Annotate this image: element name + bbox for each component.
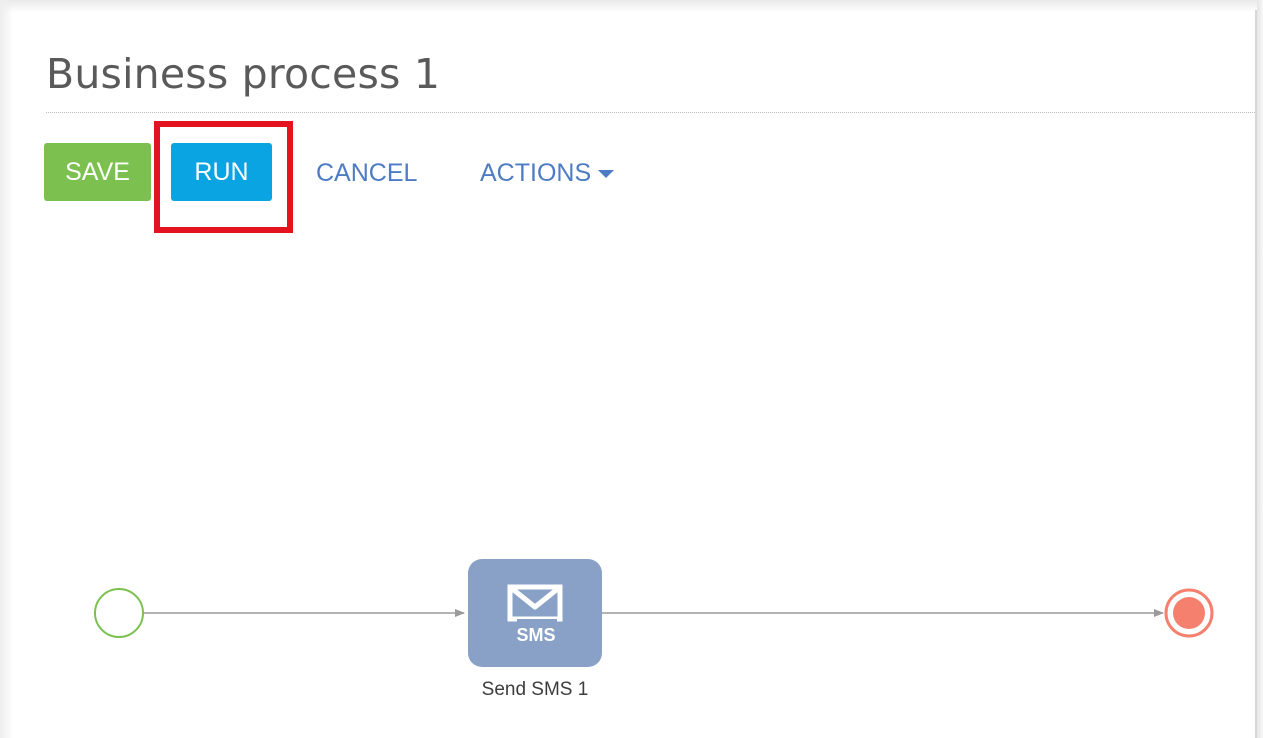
task-label: Send SMS 1 <box>481 679 589 700</box>
sms-icon-text: SMS <box>516 625 555 645</box>
process-diagram <box>94 588 1214 638</box>
page-frame: Business process 1 SAVE RUN CANCEL ACTIO… <box>0 0 1263 738</box>
end-event[interactable] <box>1164 588 1214 638</box>
send-sms-task[interactable]: SMS <box>468 559 602 667</box>
start-event[interactable] <box>94 588 144 638</box>
envelope-icon: SMS <box>507 584 563 645</box>
